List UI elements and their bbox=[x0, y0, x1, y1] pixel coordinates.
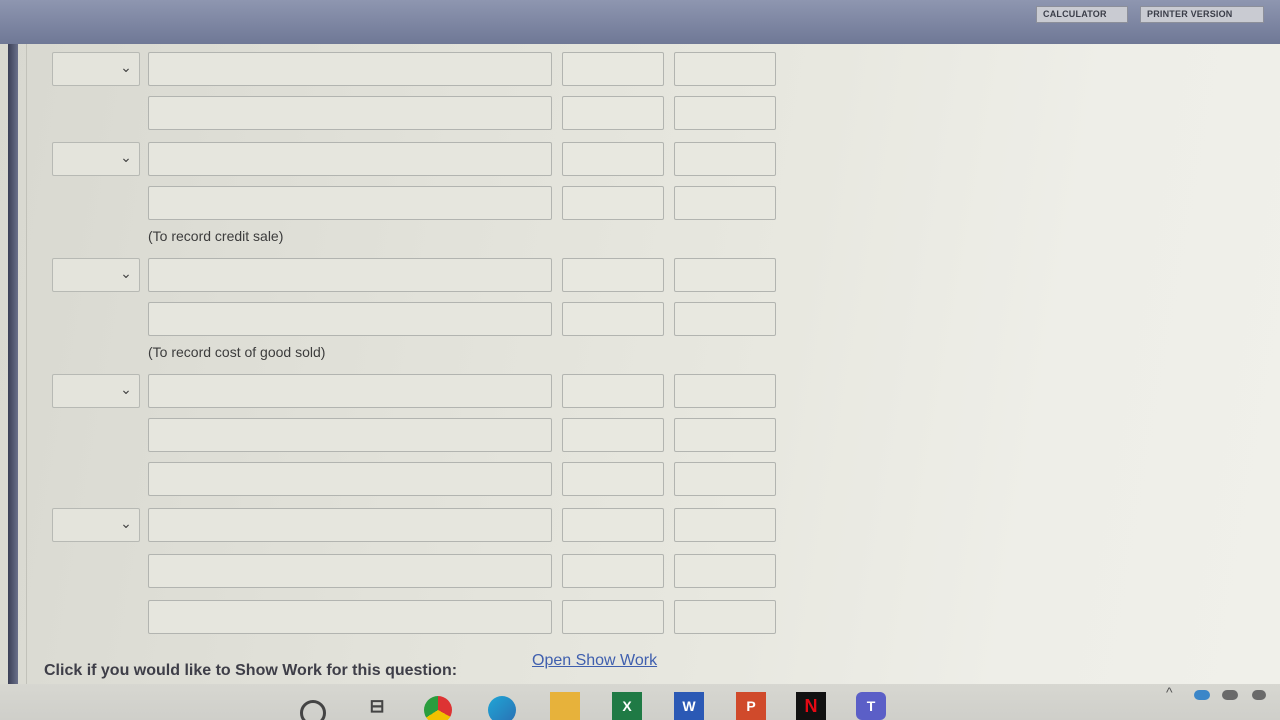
journal-row bbox=[8, 600, 808, 636]
credit-input[interactable] bbox=[674, 462, 776, 496]
show-work-prompt: Click if you would like to Show Work for… bbox=[44, 662, 458, 679]
account-title-input[interactable] bbox=[148, 142, 552, 176]
chevron-down-icon: ⌄ bbox=[120, 515, 132, 531]
debit-input[interactable] bbox=[562, 258, 664, 292]
debit-input[interactable] bbox=[562, 96, 664, 130]
debit-input[interactable] bbox=[562, 186, 664, 220]
word-icon[interactable]: W bbox=[674, 692, 704, 720]
account-title-input[interactable] bbox=[148, 374, 552, 408]
file-explorer-icon[interactable] bbox=[550, 692, 580, 720]
date-select[interactable]: ⌄ bbox=[52, 52, 140, 86]
date-select[interactable]: ⌄ bbox=[52, 142, 140, 176]
debit-input[interactable] bbox=[562, 142, 664, 176]
task-view-icon[interactable]: ⊟ bbox=[362, 692, 392, 720]
open-show-work-link[interactable]: Open Show Work bbox=[532, 652, 657, 670]
debit-input[interactable] bbox=[562, 462, 664, 496]
credit-input[interactable] bbox=[674, 374, 776, 408]
journal-row: ⌄ bbox=[8, 52, 808, 88]
account-title-input[interactable] bbox=[148, 418, 552, 452]
search-icon[interactable] bbox=[300, 700, 326, 720]
journal-row: ⌄ bbox=[8, 258, 808, 294]
journal-row bbox=[8, 302, 808, 338]
date-select[interactable]: ⌄ bbox=[52, 374, 140, 408]
chevron-down-icon: ⌄ bbox=[120, 265, 132, 281]
account-title-input[interactable] bbox=[148, 52, 552, 86]
credit-input[interactable] bbox=[674, 186, 776, 220]
printer-version-button[interactable]: PRINTER VERSION bbox=[1140, 6, 1264, 23]
debit-input[interactable] bbox=[562, 554, 664, 588]
account-title-input[interactable] bbox=[148, 186, 552, 220]
journal-row: ⌄ bbox=[8, 142, 808, 178]
chevron-down-icon: ⌄ bbox=[120, 149, 132, 165]
top-header-bar: CALCULATOR PRINTER VERSION bbox=[0, 0, 1280, 44]
debit-input[interactable] bbox=[562, 52, 664, 86]
netflix-icon[interactable]: N bbox=[796, 692, 826, 720]
account-title-input[interactable] bbox=[148, 508, 552, 542]
debit-input[interactable] bbox=[562, 374, 664, 408]
credit-input[interactable] bbox=[674, 258, 776, 292]
credit-input[interactable] bbox=[674, 302, 776, 336]
onedrive-icon[interactable] bbox=[1194, 690, 1210, 700]
debit-input[interactable] bbox=[562, 508, 664, 542]
debit-input[interactable] bbox=[562, 600, 664, 634]
excel-icon[interactable]: X bbox=[612, 692, 642, 720]
journal-row bbox=[8, 554, 808, 590]
volume-icon[interactable] bbox=[1252, 690, 1266, 700]
date-select[interactable]: ⌄ bbox=[52, 258, 140, 292]
calculator-button[interactable]: CALCULATOR bbox=[1036, 6, 1128, 23]
credit-input[interactable] bbox=[674, 52, 776, 86]
account-title-input[interactable] bbox=[148, 96, 552, 130]
debit-input[interactable] bbox=[562, 418, 664, 452]
credit-input[interactable] bbox=[674, 600, 776, 634]
teams-icon[interactable]: T bbox=[856, 692, 886, 720]
account-title-input[interactable] bbox=[148, 258, 552, 292]
date-select[interactable]: ⌄ bbox=[52, 508, 140, 542]
account-title-input[interactable] bbox=[148, 554, 552, 588]
credit-input[interactable] bbox=[674, 96, 776, 130]
journal-row: ⌄ bbox=[8, 374, 808, 410]
account-title-input[interactable] bbox=[148, 462, 552, 496]
entry-explanation-note: (To record credit sale) bbox=[148, 228, 284, 244]
entry-explanation-note: (To record cost of good sold) bbox=[148, 344, 326, 360]
powerpoint-icon[interactable]: P bbox=[736, 692, 766, 720]
account-title-input[interactable] bbox=[148, 600, 552, 634]
journal-row bbox=[8, 418, 808, 454]
account-title-input[interactable] bbox=[148, 302, 552, 336]
journal-row bbox=[8, 96, 808, 132]
chevron-down-icon: ⌄ bbox=[120, 59, 132, 75]
journal-row bbox=[8, 462, 808, 498]
system-tray-caret-icon[interactable]: ^ bbox=[1166, 684, 1173, 700]
chrome-icon[interactable] bbox=[424, 696, 452, 720]
journal-entry-panel: ⌄ ⌄ (To record credit sale) ⌄ (To record… bbox=[8, 44, 1280, 684]
credit-input[interactable] bbox=[674, 418, 776, 452]
network-icon[interactable] bbox=[1222, 690, 1238, 700]
journal-row bbox=[8, 186, 808, 222]
credit-input[interactable] bbox=[674, 554, 776, 588]
chevron-down-icon: ⌄ bbox=[120, 381, 132, 397]
credit-input[interactable] bbox=[674, 508, 776, 542]
debit-input[interactable] bbox=[562, 302, 664, 336]
credit-input[interactable] bbox=[674, 142, 776, 176]
edge-icon[interactable] bbox=[488, 696, 516, 720]
journal-row: ⌄ bbox=[8, 508, 808, 544]
